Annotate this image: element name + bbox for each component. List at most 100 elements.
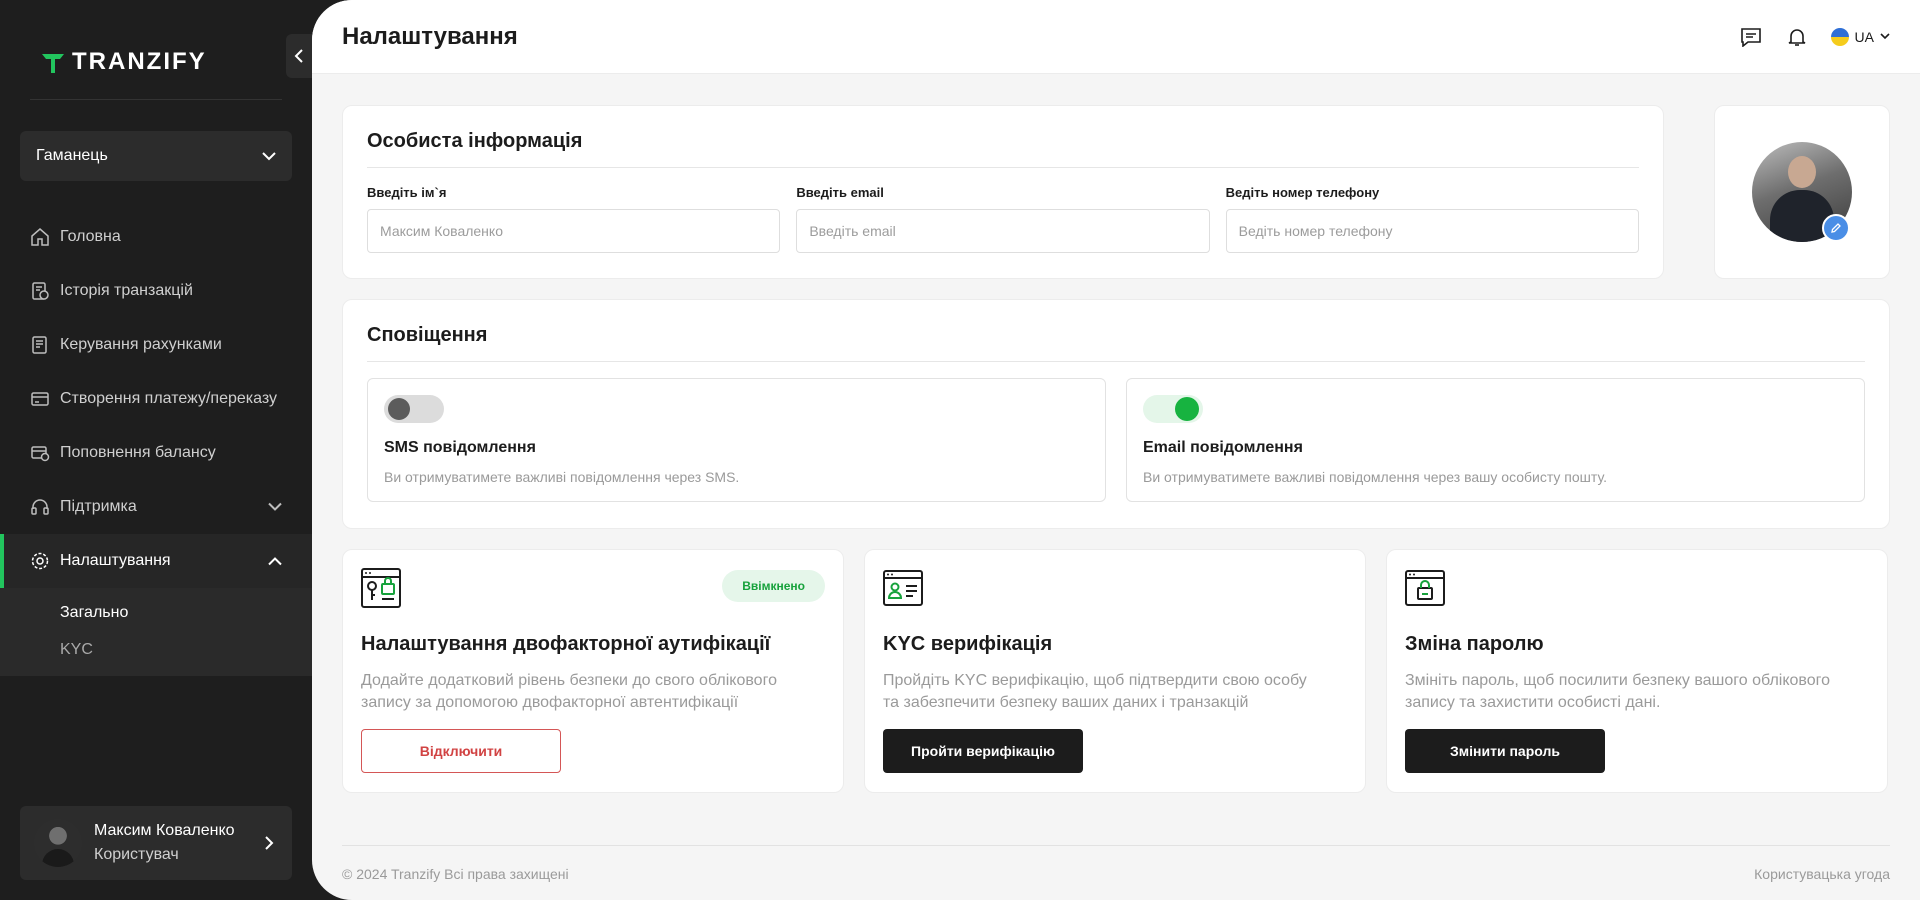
password-card: Зміна паролю Змініть пароль, щоб посилит… xyxy=(1386,549,1888,793)
twofa-description: Додайте додатковий рівень безпеки до сво… xyxy=(361,672,777,711)
toggle-knob xyxy=(388,398,410,420)
chevron-down-icon xyxy=(262,151,276,160)
name-label: Введіть ім`я xyxy=(367,185,447,200)
name-field-group: Введіть ім`я xyxy=(367,185,781,253)
main-content: Налаштування UA Особиста інформація Введ… xyxy=(312,0,1920,900)
gear-icon xyxy=(30,551,50,571)
chevron-down-icon xyxy=(1880,33,1890,40)
sidebar-collapse-button[interactable] xyxy=(286,34,312,78)
change-password-button[interactable]: Змінити пароль xyxy=(1405,729,1605,773)
user-name: Максим Коваленко xyxy=(94,822,235,839)
sms-toggle[interactable] xyxy=(384,395,444,423)
settings-submenu: Загально KYC xyxy=(0,588,312,676)
logo-text: TRANZIFY xyxy=(72,48,207,75)
sms-description: Ви отримуватимете важливі повідомлення ч… xyxy=(384,469,740,485)
chevron-up-icon xyxy=(268,557,282,566)
kyc-title: KYC верифікація xyxy=(883,633,1053,655)
phone-field-group: Ведіть номер телефону xyxy=(1225,185,1639,253)
page-title: Налаштування xyxy=(342,22,518,50)
personal-info-title: Особиста інформація xyxy=(367,130,583,152)
chevron-left-icon xyxy=(294,49,303,63)
phone-field[interactable] xyxy=(1225,209,1639,253)
divider xyxy=(367,167,1639,168)
kyc-card: KYC верифікація Пройдіть KYC верифікацію… xyxy=(864,549,1366,793)
password-description: Змініть пароль, щоб посилити безпеку ваш… xyxy=(1405,672,1831,711)
sidebar-item-payment[interactable]: Створення платежу/переказу xyxy=(0,372,312,426)
divider xyxy=(367,361,1865,362)
payment-icon xyxy=(30,389,50,409)
personal-info-card: Особиста інформація Введіть ім`я Введіть… xyxy=(342,105,1664,279)
submenu-item-kyc[interactable]: KYC xyxy=(0,631,312,668)
name-field[interactable] xyxy=(367,209,781,253)
chevron-right-icon xyxy=(265,836,274,850)
email-field-group: Введіть email xyxy=(796,185,1210,253)
email-label: Введіть email xyxy=(796,185,884,200)
wallet-select-label: Гаманець xyxy=(36,147,108,164)
disable-twofa-button[interactable]: Відключити xyxy=(361,729,561,773)
sidebar-item-history[interactable]: Історія транзакцій xyxy=(0,264,312,318)
email-title: Email повідомлення xyxy=(1143,439,1303,456)
topup-icon xyxy=(30,443,50,463)
status-badge: Ввімкнено xyxy=(722,570,825,602)
submenu-item-general[interactable]: Загально xyxy=(0,594,312,631)
notification-options: SMS повідомлення Ви отримуватимете важли… xyxy=(367,378,1865,502)
twofa-title: Налаштування двофакторної аутифікації xyxy=(361,633,771,655)
sidebar-item-accounts[interactable]: Керування рахунками xyxy=(0,318,312,372)
headset-icon xyxy=(30,497,50,517)
copyright-text: © 2024 Tranzify Всі права захищені xyxy=(342,866,569,882)
sms-title: SMS повідомлення xyxy=(384,439,536,456)
avatar xyxy=(34,819,82,867)
sidebar: TRANZIFY Гаманець Головна Історія транза… xyxy=(0,0,312,900)
kyc-id-icon xyxy=(883,570,923,606)
sms-notification-box: SMS повідомлення Ви отримуватимете важли… xyxy=(367,378,1106,502)
password-title: Зміна паролю xyxy=(1405,633,1544,655)
logo-divider xyxy=(30,99,282,100)
kyc-description: Пройдіть KYC верифікацію, щоб підтвердит… xyxy=(883,672,1307,711)
user-agreement-link[interactable]: Користувацька угода xyxy=(1754,866,1890,882)
two-factor-icon xyxy=(361,568,401,608)
bell-icon[interactable] xyxy=(1785,25,1809,49)
sidebar-item-label: Історія транзакцій xyxy=(60,282,193,299)
user-meta: Максим Коваленко Користувач xyxy=(94,822,235,864)
email-field[interactable] xyxy=(796,209,1210,253)
avatar-card xyxy=(1714,105,1890,279)
email-notification-box: Email повідомлення Ви отримуватимете важ… xyxy=(1126,378,1865,502)
edit-avatar-button[interactable] xyxy=(1822,214,1850,242)
sidebar-item-label: Налаштування xyxy=(60,552,171,569)
start-verification-button[interactable]: Пройти верифікацію xyxy=(883,729,1083,773)
flag-ua-icon xyxy=(1830,27,1849,46)
pencil-icon xyxy=(1831,223,1841,233)
sidebar-item-label: Підтримка xyxy=(60,498,137,515)
chat-icon[interactable] xyxy=(1739,25,1763,49)
sidebar-item-settings[interactable]: Налаштування xyxy=(0,534,312,588)
logo-icon xyxy=(42,54,64,73)
accounts-icon xyxy=(30,335,50,355)
language-label: UA xyxy=(1854,28,1874,45)
password-lock-icon xyxy=(1405,570,1445,606)
language-select[interactable]: UA xyxy=(1830,27,1890,46)
sidebar-item-topup[interactable]: Поповнення балансу xyxy=(0,426,312,480)
sidebar-item-label: Створення платежу/переказу xyxy=(60,390,278,407)
notifications-card: Сповіщення SMS повідомлення Ви отримуват… xyxy=(342,299,1890,529)
sidebar-item-label: Поповнення балансу xyxy=(60,444,216,461)
email-description: Ви отримуватимете важливі повідомлення ч… xyxy=(1143,469,1607,485)
footer-divider xyxy=(342,845,1890,846)
email-toggle[interactable] xyxy=(1143,395,1203,423)
logo[interactable]: TRANZIFY xyxy=(40,48,207,76)
topbar: Налаштування UA xyxy=(312,0,1920,74)
sidebar-nav: Головна Історія транзакцій Керування рах… xyxy=(0,210,312,676)
user-profile-card[interactable]: Максим Коваленко Користувач xyxy=(20,806,292,880)
chevron-down-icon xyxy=(268,502,282,511)
phone-label: Ведіть номер телефону xyxy=(1225,185,1380,200)
sidebar-item-label: Керування рахунками xyxy=(60,336,222,353)
twofa-card: Ввімкнено Налаштування двофакторної аути… xyxy=(342,549,844,793)
user-role: Користувач xyxy=(94,846,179,863)
personal-fields: Введіть ім`я Введіть email Ведіть номер … xyxy=(367,185,1639,253)
toggle-knob xyxy=(1175,397,1199,421)
sidebar-item-home[interactable]: Головна xyxy=(0,210,312,264)
sidebar-item-label: Головна xyxy=(60,228,121,245)
sidebar-item-support[interactable]: Підтримка xyxy=(0,480,312,534)
home-icon xyxy=(30,227,50,247)
wallet-select[interactable]: Гаманець xyxy=(20,131,292,181)
notifications-title: Сповіщення xyxy=(367,324,488,346)
